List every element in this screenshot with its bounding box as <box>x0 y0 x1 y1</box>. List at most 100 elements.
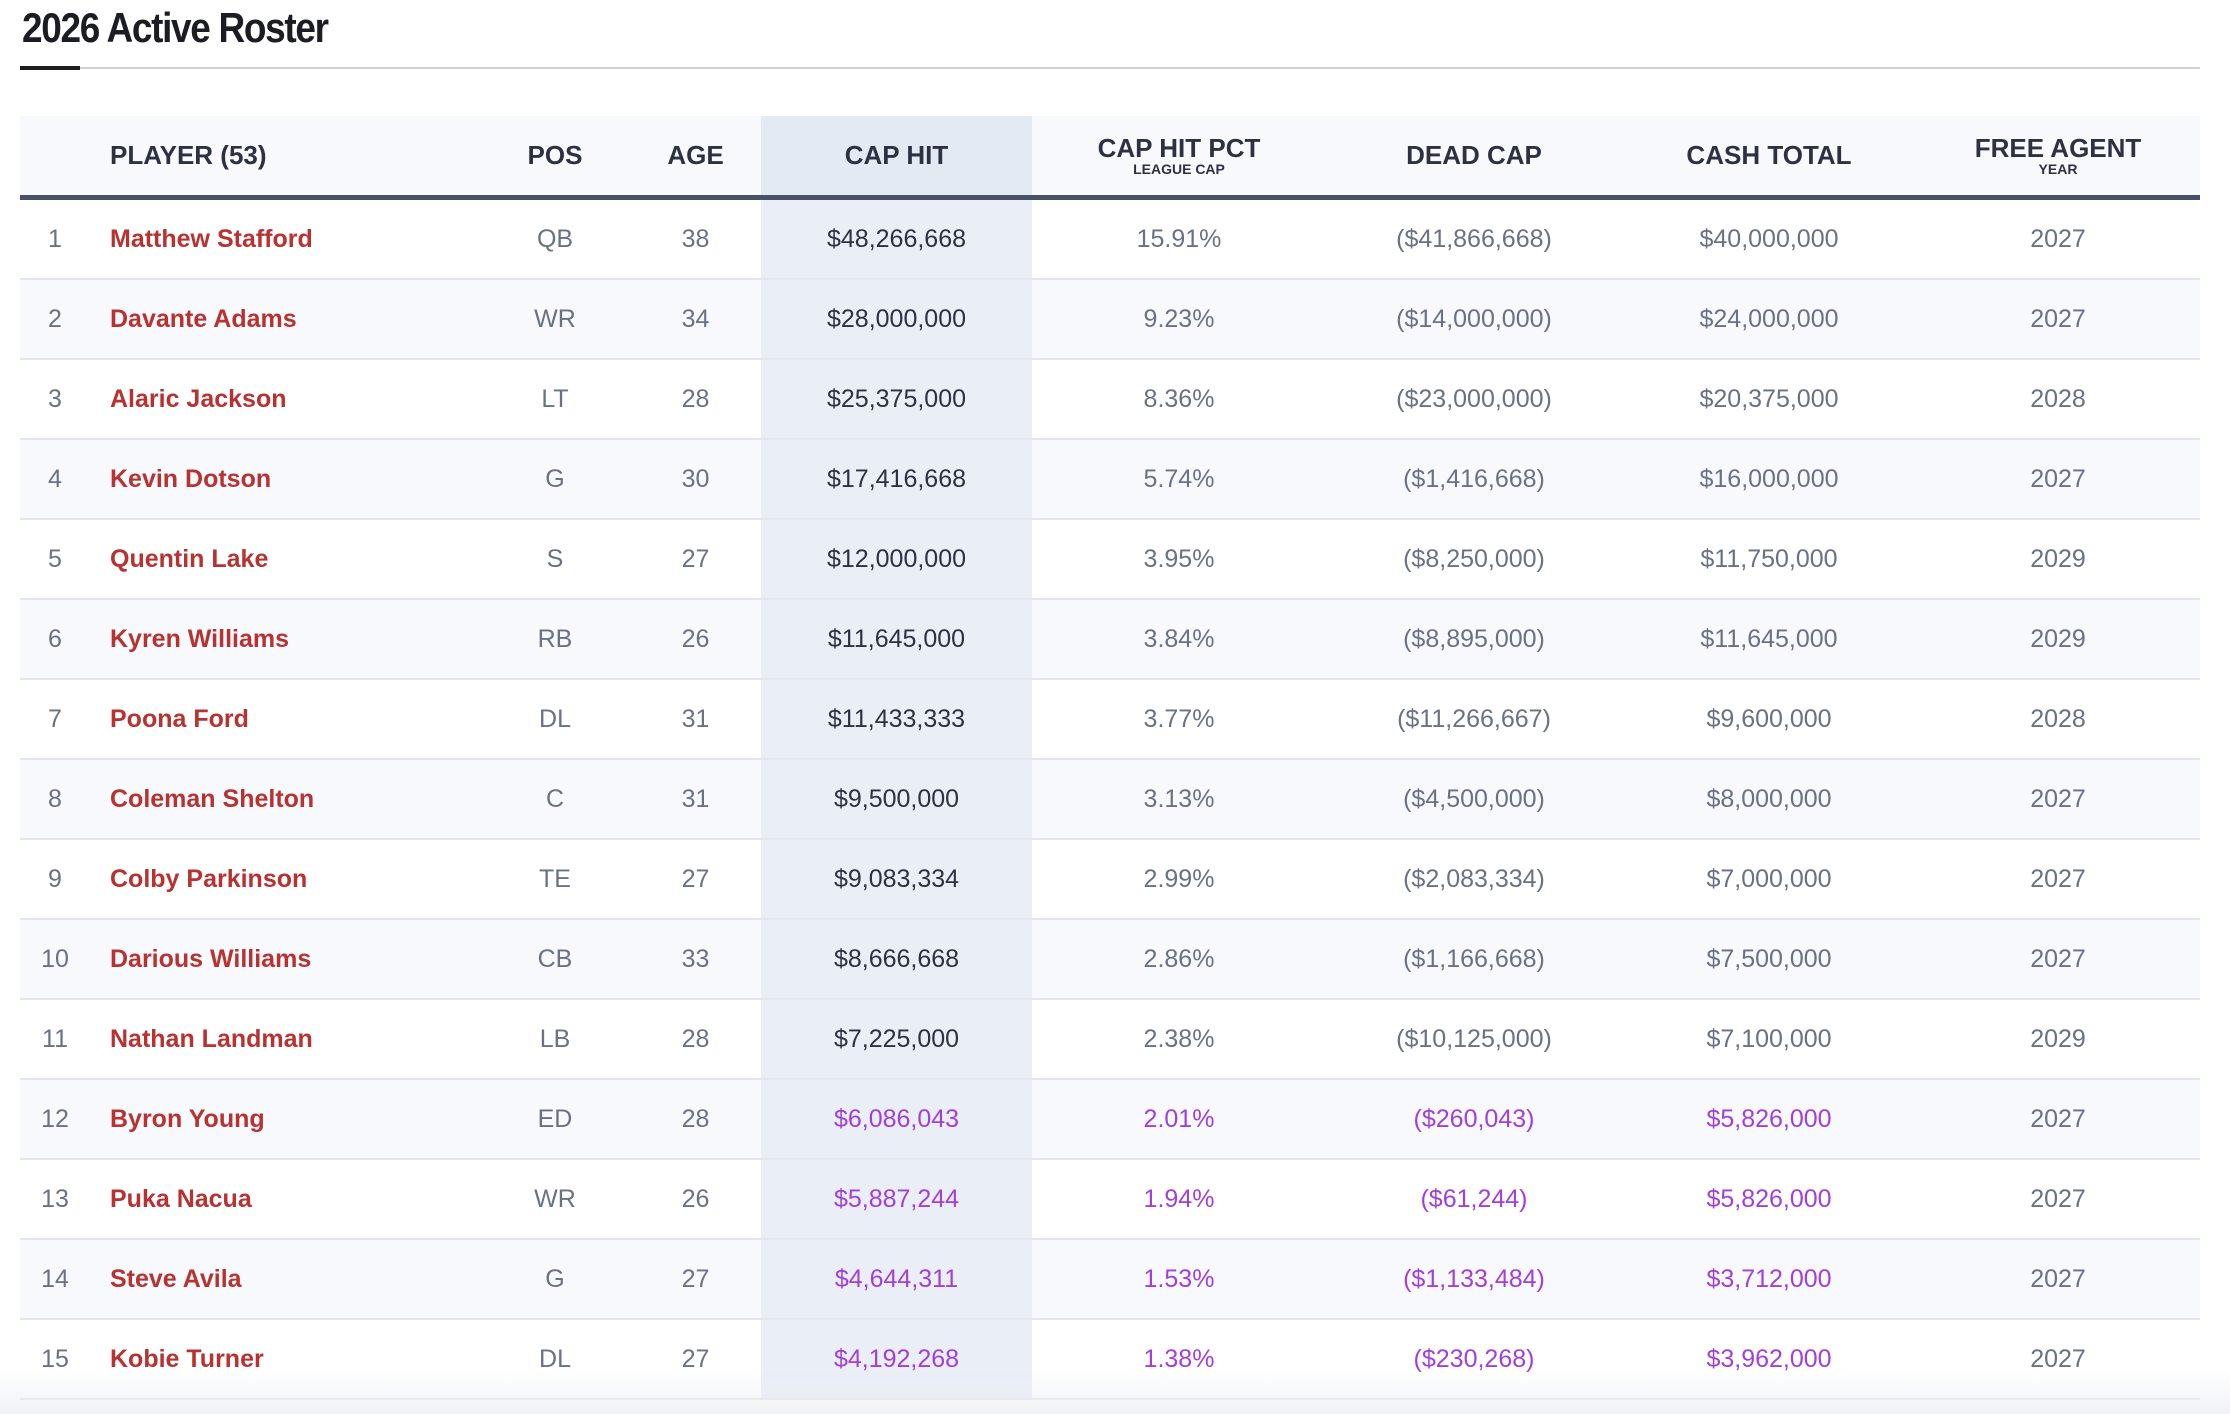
dead-cap: ($1,416,668) <box>1326 439 1622 520</box>
age: 28 <box>630 999 761 1080</box>
table-row: 2 Davante Adams WR 34 $28,000,000 9.23% ($14,0… <box>20 279 2200 360</box>
free-agent-year: 2027 <box>1916 279 2200 360</box>
row-index: 4 <box>20 439 90 520</box>
header-cap-pct-sub: LEAGUE CAP <box>1133 160 1225 177</box>
cap-hit-pct: 1.38% <box>1032 1319 1326 1400</box>
header-player[interactable]: PLAYER (53) <box>90 116 480 200</box>
player-name-link[interactable]: Steve Avila <box>90 1239 480 1320</box>
free-agent-year: 2029 <box>1916 519 2200 600</box>
position: TE <box>480 839 630 920</box>
dead-cap: ($61,244) <box>1326 1159 1622 1240</box>
cap-hit: $28,000,000 <box>761 279 1032 360</box>
cash-total: $20,375,000 <box>1622 359 1916 440</box>
free-agent-year: 2028 <box>1916 359 2200 440</box>
player-name-link[interactable]: Quentin Lake <box>90 519 480 600</box>
header-index <box>20 116 90 200</box>
header-cap-hit[interactable]: CAP HIT <box>761 116 1032 200</box>
dead-cap: ($1,133,484) <box>1326 1239 1622 1320</box>
cap-hit: $9,500,000 <box>761 759 1032 840</box>
header-dead-cap[interactable]: DEAD CAP <box>1326 116 1622 200</box>
header-cash-total[interactable]: CASH TOTAL <box>1622 116 1916 200</box>
dead-cap: ($11,266,667) <box>1326 679 1622 760</box>
cap-hit: $25,375,000 <box>761 359 1032 440</box>
cap-hit: $12,000,000 <box>761 519 1032 600</box>
cash-total: $40,000,000 <box>1622 197 1916 280</box>
cash-total: $7,100,000 <box>1622 999 1916 1080</box>
age: 34 <box>630 279 761 360</box>
player-name-link[interactable]: Nathan Landman <box>90 999 480 1080</box>
player-name-link[interactable]: Puka Nacua <box>90 1159 480 1240</box>
row-index: 14 <box>20 1239 90 1320</box>
dead-cap: ($260,043) <box>1326 1079 1622 1160</box>
cash-total: $11,645,000 <box>1622 599 1916 680</box>
row-index: 5 <box>20 519 90 600</box>
cap-hit-pct: 3.77% <box>1032 679 1326 760</box>
player-name-link[interactable]: Kobie Turner <box>90 1319 480 1400</box>
age: 27 <box>630 1239 761 1320</box>
header-cap-pct[interactable]: CAP HIT PCT LEAGUE CAP <box>1032 116 1326 200</box>
cap-hit: $17,416,668 <box>761 439 1032 520</box>
cash-total: $24,000,000 <box>1622 279 1916 360</box>
table-row: 13 Puka Nacua WR 26 $5,887,244 1.94% ($61,244)… <box>20 1159 2200 1240</box>
free-agent-year: 2027 <box>1916 197 2200 280</box>
free-agent-year: 2027 <box>1916 759 2200 840</box>
cap-hit-pct: 3.84% <box>1032 599 1326 680</box>
player-name-link[interactable]: Colby Parkinson <box>90 839 480 920</box>
row-index: 1 <box>20 197 90 280</box>
roster-table: PLAYER (53) POS AGE CAP HIT CAP HIT PCT L… <box>20 116 2200 1400</box>
row-index: 13 <box>20 1159 90 1240</box>
cap-hit-pct: 2.38% <box>1032 999 1326 1080</box>
table-header: PLAYER (53) POS AGE CAP HIT CAP HIT PCT L… <box>20 116 2200 200</box>
player-name-link[interactable]: Poona Ford <box>90 679 480 760</box>
dead-cap: ($1,166,668) <box>1326 919 1622 1000</box>
position: LT <box>480 359 630 440</box>
age: 27 <box>630 519 761 600</box>
position: CB <box>480 919 630 1000</box>
cash-total: $3,962,000 <box>1622 1319 1916 1400</box>
dead-cap: ($2,083,334) <box>1326 839 1622 920</box>
position: RB <box>480 599 630 680</box>
cash-total: $16,000,000 <box>1622 439 1916 520</box>
position: DL <box>480 679 630 760</box>
position: S <box>480 519 630 600</box>
player-name-link[interactable]: Coleman Shelton <box>90 759 480 840</box>
table-row: 8 Coleman Shelton C 31 $9,500,000 3.13% ($4,50… <box>20 759 2200 840</box>
table-row: 7 Poona Ford DL 31 $11,433,333 3.77% ($11,266,… <box>20 679 2200 760</box>
header-pos[interactable]: POS <box>480 116 630 200</box>
header-cap-pct-label: CAP HIT PCT <box>1097 132 1261 163</box>
free-agent-year: 2029 <box>1916 599 2200 680</box>
position: WR <box>480 1159 630 1240</box>
title-divider <box>20 67 2200 69</box>
age: 31 <box>630 679 761 760</box>
row-index: 8 <box>20 759 90 840</box>
player-name-link[interactable]: Kevin Dotson <box>90 439 480 520</box>
dead-cap: ($8,895,000) <box>1326 599 1622 680</box>
dead-cap: ($41,866,668) <box>1326 197 1622 280</box>
header-age[interactable]: AGE <box>630 116 761 200</box>
title-divider-accent <box>20 66 80 70</box>
free-agent-year: 2027 <box>1916 1239 2200 1320</box>
player-name-link[interactable]: Davante Adams <box>90 279 480 360</box>
header-free-agent[interactable]: FREE AGENT YEAR <box>1916 116 2200 200</box>
row-index: 2 <box>20 279 90 360</box>
table-row: 12 Byron Young ED 28 $6,086,043 2.01% ($260,04… <box>20 1079 2200 1160</box>
cap-hit-pct: 3.95% <box>1032 519 1326 600</box>
row-index: 15 <box>20 1319 90 1400</box>
page-title: 2026 Active Roster <box>22 4 329 51</box>
dead-cap: ($8,250,000) <box>1326 519 1622 600</box>
cap-hit: $48,266,668 <box>761 197 1032 280</box>
position: WR <box>480 279 630 360</box>
player-name-link[interactable]: Darious Williams <box>90 919 480 1000</box>
cap-hit-pct: 5.74% <box>1032 439 1326 520</box>
table-row: 11 Nathan Landman LB 28 $7,225,000 2.38% ($10,… <box>20 999 2200 1080</box>
dead-cap: ($4,500,000) <box>1326 759 1622 840</box>
player-name-link[interactable]: Byron Young <box>90 1079 480 1160</box>
cap-hit-pct: 1.94% <box>1032 1159 1326 1240</box>
table-row: 3 Alaric Jackson LT 28 $25,375,000 8.36% ($23,… <box>20 359 2200 440</box>
free-agent-year: 2028 <box>1916 679 2200 760</box>
player-name-link[interactable]: Matthew Stafford <box>90 197 480 280</box>
cap-hit-pct: 2.99% <box>1032 839 1326 920</box>
player-name-link[interactable]: Alaric Jackson <box>90 359 480 440</box>
player-name-link[interactable]: Kyren Williams <box>90 599 480 680</box>
dead-cap: ($10,125,000) <box>1326 999 1622 1080</box>
